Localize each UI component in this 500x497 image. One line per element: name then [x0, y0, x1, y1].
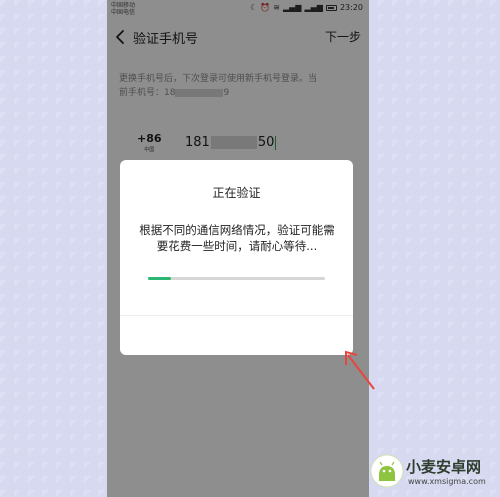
annotation-arrow-icon [345, 350, 375, 390]
android-logo-icon [370, 454, 404, 488]
progress-fill [148, 277, 171, 280]
phone-screen: 中国移动 中国电信 ☾ ⏰ ≋ ▂▄▆ ▂▄▆ 23:20 验证手机号 下一步 … [107, 0, 369, 497]
verifying-dialog: 正在验证 根据不同的通信网络情况，验证可能需要花费一些时间，请耐心等待... [120, 160, 353, 355]
watermark-name: 小麦安卓网 [406, 458, 482, 476]
dialog-divider [120, 315, 353, 316]
dialog-message: 根据不同的通信网络情况，验证可能需要花费一些时间，请耐心等待... [139, 223, 335, 253]
progress-bar [148, 277, 325, 280]
dialog-title: 正在验证 [212, 186, 261, 200]
watermark-url: www.xmsigma.com [408, 477, 486, 486]
watermark: 小麦安卓网 www.xmsigma.com [368, 452, 498, 494]
